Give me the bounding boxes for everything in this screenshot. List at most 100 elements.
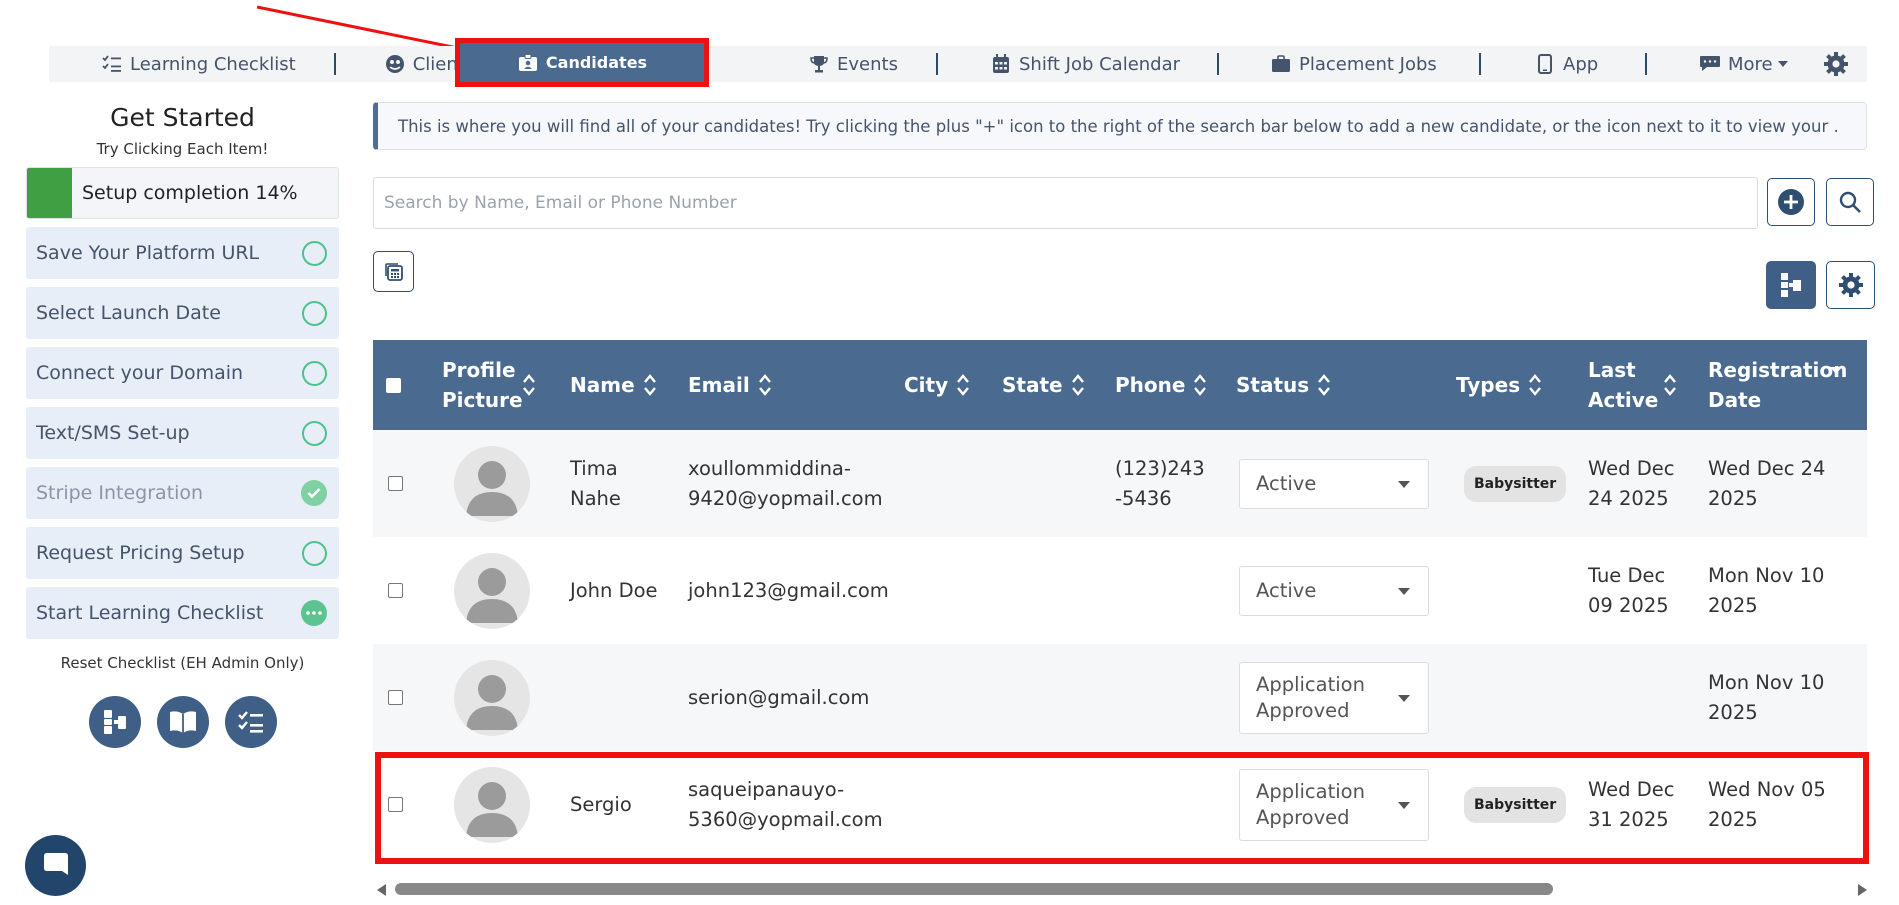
checklist-item-label: Stripe Integration xyxy=(36,482,204,504)
nav-label: More xyxy=(1728,53,1773,75)
chat-support-button[interactable] xyxy=(25,835,86,896)
col-phone[interactable]: Phone xyxy=(1115,340,1207,430)
nav-divider xyxy=(1479,53,1481,75)
checklist-item[interactable]: Text/SMS Set-up xyxy=(26,407,339,459)
info-banner: This is where you will find all of your … xyxy=(373,102,1867,150)
checklist-item-label: Request Pricing Setup xyxy=(36,542,245,564)
cell-email: serion@gmail.com xyxy=(688,685,870,709)
status-select[interactable]: Active xyxy=(1239,565,1429,616)
status-select[interactable]: Application Approved xyxy=(1239,661,1429,734)
caret-down-icon xyxy=(1398,587,1410,595)
sort-icon xyxy=(1664,374,1676,396)
select-all-checkbox[interactable] xyxy=(386,340,401,430)
cell-last-active xyxy=(1588,644,1688,751)
nav-divider xyxy=(1645,53,1647,75)
avatar xyxy=(454,537,530,644)
cell-city xyxy=(904,430,994,537)
cell-state xyxy=(1002,644,1102,751)
col-profile-picture[interactable]: Profile Picture xyxy=(442,340,552,430)
table-settings-button[interactable] xyxy=(1826,261,1875,309)
nav-shift-job-calendar[interactable]: Shift Job Calendar xyxy=(990,46,1180,82)
horizontal-scrollbar[interactable] xyxy=(375,880,1869,898)
col-last-active[interactable]: Last Active xyxy=(1588,340,1688,430)
nav-candidates[interactable]: Candidates xyxy=(455,38,709,87)
cell-phone xyxy=(1115,537,1210,644)
briefcase-icon xyxy=(1270,53,1292,75)
id-badge-icon xyxy=(517,52,539,74)
sitemap-icon xyxy=(1779,272,1803,298)
checklist-button[interactable] xyxy=(224,696,277,748)
sort-desc-icon xyxy=(1830,366,1842,374)
progress-label: Setup completion 14% xyxy=(82,182,298,204)
col-state[interactable]: State xyxy=(1002,340,1084,430)
nav-learning-checklist[interactable]: Learning Checklist xyxy=(101,46,296,82)
search-icon xyxy=(1838,190,1862,214)
row-checkbox[interactable] xyxy=(388,537,403,644)
cell-registration-date: Wed Nov 05 2025 xyxy=(1708,777,1826,831)
status-value: Application Approved xyxy=(1256,672,1365,722)
add-candidate-button[interactable] xyxy=(1767,178,1815,226)
nav-placement-jobs[interactable]: Placement Jobs xyxy=(1270,46,1437,82)
col-label: Types xyxy=(1456,373,1521,397)
col-name[interactable]: Name xyxy=(570,340,656,430)
cell-email: saqueipanauyo-5360@yopmail.com xyxy=(688,777,883,831)
sitemap-button[interactable] xyxy=(88,696,141,748)
row-checkbox[interactable] xyxy=(388,644,403,751)
checklist-item[interactable]: Stripe Integration xyxy=(26,467,339,519)
row-checkbox[interactable] xyxy=(388,430,403,537)
table-row[interactable]: Sergio saqueipanauyo-5360@yopmail.com Appl… xyxy=(373,751,1867,858)
settings-gear-button[interactable] xyxy=(1823,46,1849,82)
avatar xyxy=(454,644,530,751)
checklist-icon xyxy=(101,53,123,75)
scroll-left-arrow[interactable] xyxy=(377,884,386,896)
nav-more-dropdown[interactable]: More xyxy=(1699,46,1788,82)
search-button[interactable] xyxy=(1826,178,1874,226)
export-button[interactable] xyxy=(373,251,414,292)
check-circle-icon xyxy=(301,480,327,506)
table-row[interactable]: serion@gmail.com Application Approved Mon … xyxy=(373,644,1867,751)
checklist-item[interactable]: Save Your Platform URL xyxy=(26,227,339,279)
search-input[interactable] xyxy=(373,177,1758,229)
candidates-table: Profile Picture Name Email City State Ph… xyxy=(373,340,1867,858)
cell-registration-date: Mon Nov 10 2025 xyxy=(1708,563,1825,617)
checklist-item[interactable]: Connect your Domain xyxy=(26,347,339,399)
avatar xyxy=(454,430,530,537)
sidebar-title: Get Started xyxy=(110,103,255,132)
table-row[interactable]: Tima Nahe xoullommiddina-9420@yopmail.com… xyxy=(373,430,1867,537)
cell-types: Babysitter xyxy=(1464,751,1567,858)
reset-checklist-link[interactable]: Reset Checklist (EH Admin Only) xyxy=(26,654,339,672)
scroll-right-arrow[interactable] xyxy=(1858,884,1867,896)
nav-app[interactable]: App xyxy=(1534,46,1598,82)
checklist-item[interactable]: Request Pricing Setup xyxy=(26,527,339,579)
checklist-item[interactable]: Start Learning Checklist xyxy=(26,587,339,639)
nav-events[interactable]: Events xyxy=(808,46,898,82)
cell-registration-date: Mon Nov 10 2025 xyxy=(1708,670,1825,724)
open-book-icon xyxy=(168,709,198,735)
guide-book-button[interactable] xyxy=(156,696,209,748)
sidebar-shortcuts xyxy=(26,696,339,748)
col-status[interactable]: Status xyxy=(1236,340,1331,430)
col-types[interactable]: Types xyxy=(1456,340,1542,430)
cell-name: Tima Nahe xyxy=(570,456,621,510)
user-placeholder-icon xyxy=(454,659,530,736)
nav-label: App xyxy=(1563,53,1599,75)
sort-icon xyxy=(1529,374,1542,396)
checklist-item-label: Start Learning Checklist xyxy=(36,602,264,624)
cell-status: Active xyxy=(1239,430,1429,537)
table-row[interactable]: John Doe john123@gmail.com Active Tue Dec 0… xyxy=(373,537,1867,644)
col-city[interactable]: City xyxy=(904,340,970,430)
nav-label: Candidates xyxy=(545,53,648,72)
gear-icon xyxy=(1838,272,1864,298)
checklist-item[interactable]: Select Launch Date xyxy=(26,287,339,339)
col-label: Status xyxy=(1236,373,1310,397)
col-email[interactable]: Email xyxy=(688,340,771,430)
row-checkbox[interactable] xyxy=(388,751,403,858)
status-select[interactable]: Application Approved xyxy=(1239,768,1429,841)
scrollbar-thumb[interactable] xyxy=(395,883,1553,895)
checklist-item-label: Save Your Platform URL xyxy=(36,242,260,264)
sort-icon xyxy=(523,374,535,396)
col-registration-date[interactable]: Registration Date xyxy=(1708,340,1863,430)
status-select[interactable]: Active xyxy=(1239,458,1429,509)
org-view-button[interactable] xyxy=(1766,261,1816,309)
mobile-phone-icon xyxy=(1534,53,1556,75)
